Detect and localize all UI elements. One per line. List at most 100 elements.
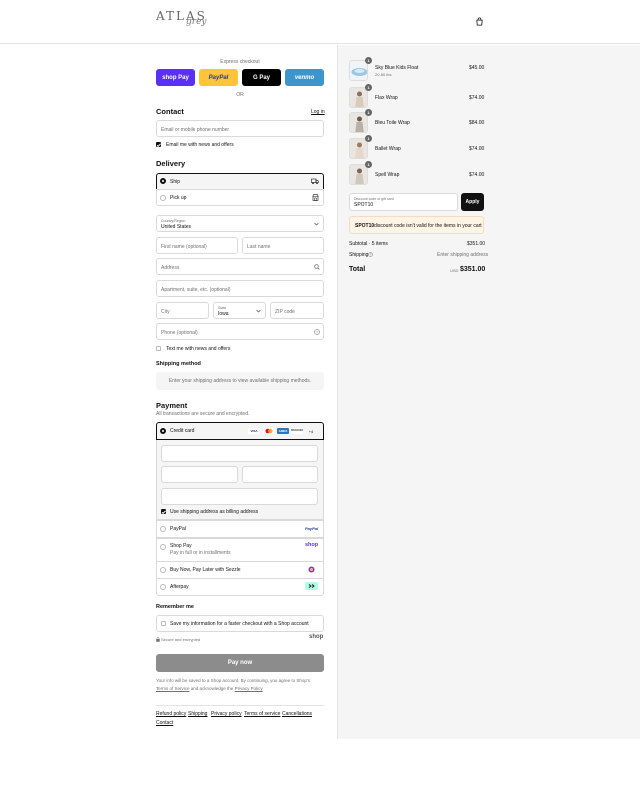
- city-field[interactable]: City: [156, 302, 209, 319]
- quantity-badge: 1: [365, 109, 372, 116]
- zip-field[interactable]: ZIP code: [270, 302, 324, 319]
- express-checkout-label: Express checkout: [220, 59, 260, 65]
- login-link[interactable]: Log in: [311, 109, 325, 115]
- shop-pay-button[interactable]: shop Pay: [156, 69, 195, 86]
- first-name-field[interactable]: First name (optional): [156, 237, 238, 254]
- legal-line: Your info will be saved to a Shop accoun…: [156, 678, 311, 683]
- discover-logo: DISCOVER: [291, 428, 303, 434]
- billing-same-checkbox[interactable]: [161, 509, 166, 514]
- email-news-label: Email me with news and offers: [166, 142, 234, 148]
- currency-label: USD: [450, 268, 459, 273]
- phone-field[interactable]: Phone (optional) ?: [156, 323, 324, 340]
- state-select[interactable]: State Iowa: [213, 302, 266, 319]
- secure-label: Secure and encrypted: [161, 637, 201, 642]
- venmo-button[interactable]: venmo: [285, 69, 324, 86]
- chevron-down-icon: [256, 309, 261, 313]
- phone-placeholder: Phone (optional): [161, 329, 198, 336]
- item-price: $84.00: [469, 120, 485, 126]
- card-name-field[interactable]: [161, 488, 318, 505]
- item-price: $74.00: [469, 146, 485, 152]
- country-select[interactable]: Country/Region United States: [156, 215, 324, 232]
- paypal-radio[interactable]: [160, 526, 166, 532]
- card-cvv-field[interactable]: [242, 466, 318, 483]
- credit-card-label: Credit card: [170, 428, 195, 434]
- footer-link-privacy[interactable]: Privacy policy: [211, 711, 242, 717]
- alert-text: discount code isn't valid for the items …: [374, 222, 482, 229]
- or-divider: OR: [236, 92, 244, 98]
- state-label: State: [218, 305, 227, 310]
- sezzle-label: Buy Now, Pay Later with Sezzle: [170, 567, 241, 573]
- item-price: $45.00: [469, 65, 485, 71]
- contact-title: Contact: [156, 107, 184, 116]
- shop-pay-radio[interactable]: [160, 544, 166, 550]
- ship-radio[interactable]: [160, 178, 166, 184]
- address-field[interactable]: Address: [156, 258, 324, 275]
- zip-placeholder: ZIP code: [275, 308, 295, 315]
- city-placeholder: City: [161, 308, 170, 315]
- footer-link-terms[interactable]: Terms of service: [244, 711, 280, 717]
- logo-script: grey: [186, 17, 207, 27]
- search-icon: [314, 264, 320, 270]
- legal-and: and acknowledge the: [190, 686, 234, 691]
- remember-title: Remember me: [156, 604, 194, 610]
- alert-code: SPOT10: [355, 222, 375, 229]
- sezzle-radio[interactable]: [160, 567, 166, 573]
- ship-option[interactable]: [156, 173, 324, 190]
- item-price: $74.00: [469, 172, 485, 178]
- lock-icon: [156, 637, 160, 642]
- legal-text: Your info will be saved to a Shop accoun…: [156, 677, 326, 693]
- footer-link-refund[interactable]: Refund policy: [156, 711, 186, 717]
- pay-now-button[interactable]: Pay now: [156, 654, 324, 672]
- discount-field[interactable]: Discount code or gift card SPOT10: [349, 193, 458, 211]
- card-expiry-field[interactable]: [161, 466, 238, 483]
- footer-link-cancellations[interactable]: Cancellations: [282, 711, 312, 717]
- footer-link-contact[interactable]: Contact: [156, 720, 173, 726]
- afterpay-radio[interactable]: [160, 584, 166, 590]
- bag-icon[interactable]: [475, 17, 484, 26]
- apply-button[interactable]: Apply: [461, 193, 484, 211]
- payment-subtitle: All transactions are secure and encrypte…: [156, 411, 250, 417]
- credit-card-radio[interactable]: [160, 428, 166, 434]
- discount-alert: SPOT10 discount code isn't valid for the…: [349, 216, 484, 234]
- country-label: Country/Region: [161, 218, 186, 223]
- google-pay-button[interactable]: G Pay: [242, 69, 281, 86]
- chevron-down-icon: [314, 222, 319, 226]
- product-thumbnail: [349, 87, 368, 108]
- last-name-field[interactable]: Last name: [242, 237, 324, 254]
- payment-title: Payment: [156, 401, 188, 410]
- pickup-radio[interactable]: [160, 195, 166, 201]
- paypal-logo: PayPal: [305, 526, 319, 531]
- help-icon[interactable]: ?: [368, 252, 373, 257]
- afterpay-label: Afterpay: [170, 584, 189, 590]
- svg-text:?: ?: [370, 253, 372, 257]
- terms-link[interactable]: Terms of Service: [156, 686, 190, 691]
- remember-checkbox[interactable]: [161, 621, 166, 626]
- privacy-link[interactable]: Privacy Policy: [235, 686, 263, 691]
- help-icon[interactable]: ?: [314, 329, 320, 335]
- billing-same-label: Use shipping address as billing address: [170, 509, 259, 515]
- paypal-label: PayPal: [170, 526, 186, 532]
- shipping-label: Shipping: [349, 252, 369, 258]
- quantity-badge: 1: [365, 135, 372, 142]
- amex-logo: AMEX: [277, 428, 289, 434]
- email-news-checkbox[interactable]: [156, 142, 161, 147]
- item-name: Sky Blue Kids Float: [375, 65, 419, 71]
- paypal-button[interactable]: PayPal: [199, 69, 238, 86]
- footer-link-shipping[interactable]: Shipping: [188, 711, 207, 717]
- country-value: United States: [161, 224, 192, 230]
- card-number-field[interactable]: [161, 445, 318, 462]
- product-thumbnail: [349, 138, 368, 159]
- last-name-placeholder: Last name: [247, 243, 271, 250]
- first-name-placeholder: First name (optional): [161, 243, 207, 250]
- address-placeholder: Address: [161, 264, 180, 271]
- visa-logo: VISA: [248, 428, 260, 434]
- item-name: Bleu Toile Wrap: [375, 120, 410, 126]
- truck-icon: [311, 178, 319, 185]
- product-thumbnail: [349, 112, 368, 133]
- email-field[interactable]: Email or mobile phone number: [156, 120, 324, 137]
- discount-value: SPOT10: [354, 202, 374, 208]
- mastercard-icon: [263, 428, 275, 434]
- text-news-checkbox[interactable]: [156, 346, 161, 351]
- apartment-field[interactable]: Apartment, suite, etc. (optional): [156, 280, 324, 297]
- subtotal-label: Subtotal · 5 items: [349, 241, 388, 247]
